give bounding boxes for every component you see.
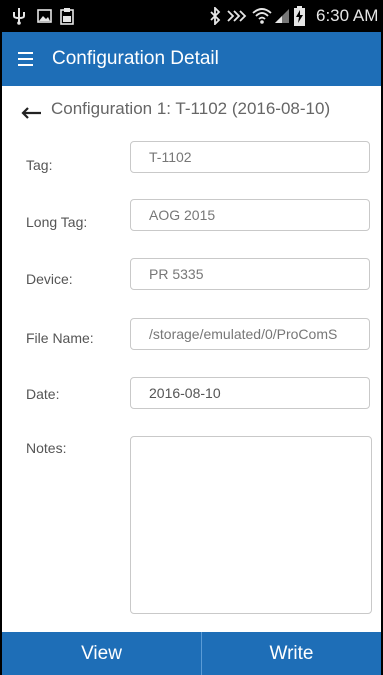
wifi-icon [252, 0, 272, 32]
status-bar: 6:30 AM [2, 0, 381, 32]
left-border [0, 0, 2, 675]
clipboard-icon [60, 0, 74, 32]
usb-icon [12, 0, 26, 32]
battery-charging-icon [294, 0, 305, 32]
configuration-header: Configuration 1: T-1102 (2016-08-10) [51, 99, 331, 118]
date-field[interactable]: 2016-08-10 [130, 377, 370, 409]
bluetooth-icon [209, 0, 221, 32]
tag-field[interactable]: T-1102 [130, 141, 370, 173]
signal-icon [274, 0, 290, 32]
long-tag-field[interactable]: AOG 2015 [130, 199, 370, 231]
status-time: 6:30 AM [316, 6, 379, 25]
file-name-label: File Name: [26, 330, 94, 346]
device-field[interactable]: PR 5335 [130, 258, 370, 290]
write-button[interactable]: Write [202, 632, 381, 675]
file-name-field[interactable]: /storage/emulated/0/ProComS [130, 318, 370, 350]
device-label: Device: [26, 271, 73, 287]
notes-field[interactable] [130, 436, 372, 614]
view-button[interactable]: View [2, 632, 201, 675]
tag-label: Tag: [26, 157, 53, 173]
notes-label: Notes: [26, 440, 67, 456]
hamburger-menu-icon[interactable] [18, 52, 33, 66]
image-icon [37, 0, 52, 32]
date-label: Date: [26, 386, 60, 402]
app-bar: Configuration Detail [2, 32, 381, 86]
page-title: Configuration Detail [52, 48, 219, 69]
nfc-icon [226, 0, 248, 32]
bottom-action-bar: View Write [2, 632, 381, 675]
long-tag-label: Long Tag: [26, 214, 88, 230]
back-arrow-icon[interactable] [19, 96, 45, 122]
